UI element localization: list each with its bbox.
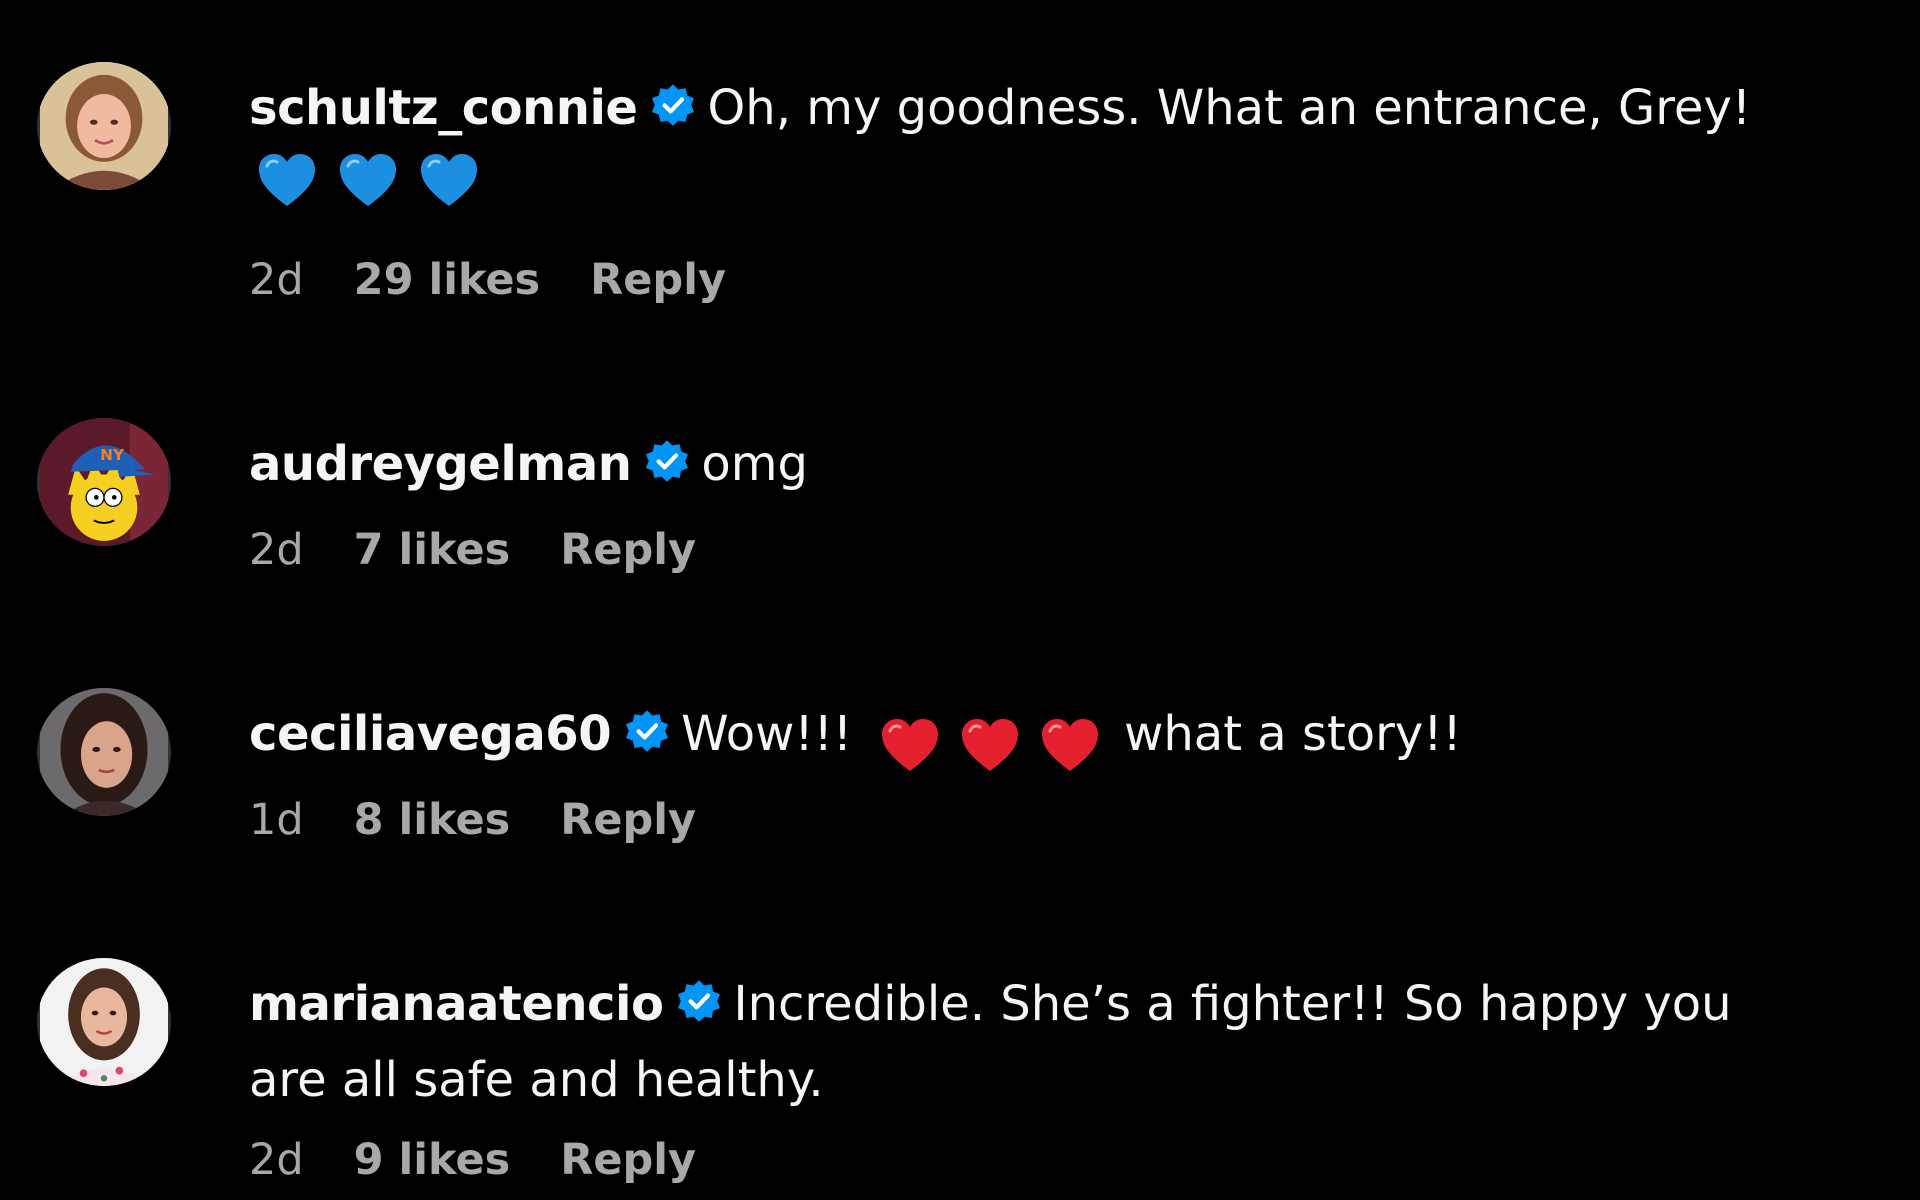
- likes-count[interactable]: 9 likes: [354, 1130, 511, 1190]
- comment-text: Wow!!!: [681, 706, 853, 762]
- blue-heart-icon: [419, 152, 479, 208]
- verified-badge-icon: [649, 82, 697, 130]
- avatar-photo-icon: [40, 958, 168, 1086]
- blue-heart-icon: [338, 152, 398, 208]
- comment-text-line: schultz_connie Oh, my goodness. What an e…: [249, 70, 1889, 146]
- verified-badge-icon: [643, 438, 691, 486]
- timestamp[interactable]: 2d: [249, 250, 304, 310]
- blue-heart-icon: [257, 152, 317, 208]
- comment-text-after: what a story!!: [1124, 706, 1462, 762]
- username[interactable]: ceciliavega60: [249, 706, 612, 762]
- comment-text-continued: are all safe and healthy.: [249, 1052, 824, 1108]
- comment-meta: 1d 8 likes Reply: [249, 790, 746, 850]
- timestamp[interactable]: 2d: [249, 520, 304, 580]
- emoji-group: [880, 704, 1100, 780]
- username[interactable]: schultz_connie: [249, 80, 638, 136]
- comments-list: schultz_connie Oh, my goodness. What an e…: [0, 0, 1920, 1200]
- comment-text: Oh, my goodness. What an entrance, Grey!: [707, 80, 1752, 136]
- avatar[interactable]: [37, 62, 171, 190]
- emoji-row: [257, 152, 500, 216]
- comment-meta: 2d 7 likes Reply: [249, 520, 746, 580]
- comment-text: Incredible. She’s a fighter!! So happy y…: [733, 976, 1732, 1032]
- likes-count[interactable]: 8 likes: [354, 790, 511, 850]
- comment-meta: 2d 29 likes Reply: [249, 250, 776, 310]
- verified-badge-icon: [623, 708, 671, 756]
- avatar-photo-icon: [40, 688, 168, 816]
- avatar[interactable]: [37, 958, 171, 1086]
- red-heart-icon: [960, 717, 1020, 773]
- likes-count[interactable]: 7 likes: [354, 520, 511, 580]
- likes-count[interactable]: 29 likes: [354, 250, 541, 310]
- avatar[interactable]: NY: [37, 418, 171, 546]
- reply-button[interactable]: Reply: [560, 520, 696, 580]
- username[interactable]: audreygelman: [249, 436, 632, 492]
- avatar-cartoon-icon: NY: [40, 418, 168, 546]
- timestamp[interactable]: 1d: [249, 790, 304, 850]
- username[interactable]: marianaatencio: [249, 976, 664, 1032]
- comment-meta: 2d 9 likes Reply: [249, 1130, 746, 1190]
- timestamp[interactable]: 2d: [249, 1130, 304, 1190]
- avatar[interactable]: [37, 688, 171, 816]
- comment-text: omg: [701, 436, 808, 492]
- reply-button[interactable]: Reply: [560, 790, 696, 850]
- comment-text-line: marianaatencio Incredible. She’s a fighte…: [249, 966, 1889, 1042]
- comment-text-line: ceciliavega60 Wow!!! what a story!!: [249, 696, 1889, 780]
- reply-button[interactable]: Reply: [560, 1130, 696, 1190]
- red-heart-icon: [1040, 717, 1100, 773]
- comment-text-line: audreygelman omg: [249, 426, 1889, 502]
- avatar-photo-icon: [40, 62, 168, 190]
- verified-badge-icon: [675, 978, 723, 1026]
- reply-button[interactable]: Reply: [590, 250, 726, 310]
- svg-text:NY: NY: [100, 446, 125, 464]
- red-heart-icon: [880, 717, 940, 773]
